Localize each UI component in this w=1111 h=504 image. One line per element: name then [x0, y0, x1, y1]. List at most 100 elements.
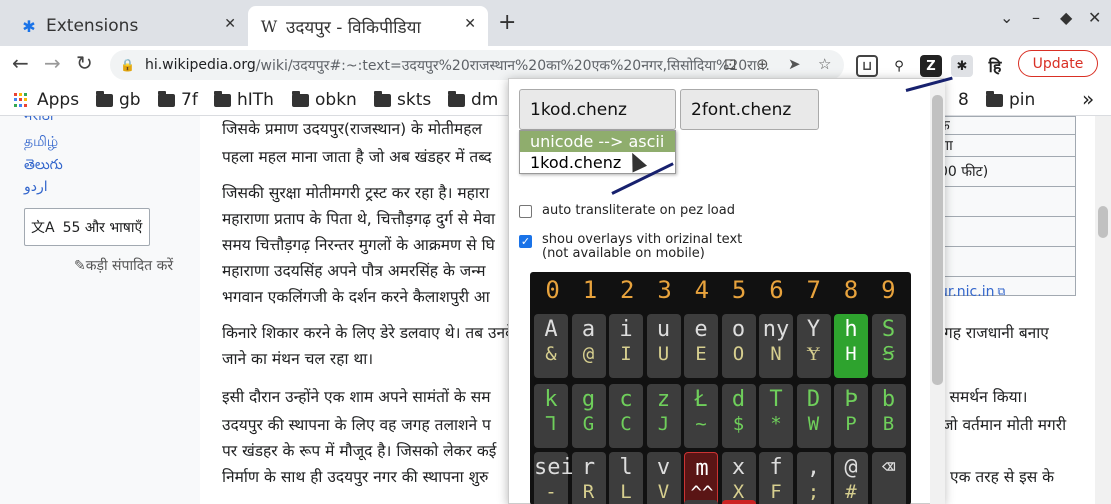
- key-1-9[interactable]: bB: [871, 384, 906, 448]
- key-3-8[interactable]: [834, 500, 868, 504]
- key-2-9[interactable]: ⌫: [871, 452, 906, 504]
- key-2-5[interactable]: xX: [721, 452, 756, 504]
- key-1-4[interactable]: Ł ~: [684, 384, 718, 448]
- bookmark-folder[interactable]: obkn: [292, 90, 357, 110]
- page-scrollbar[interactable]: [1095, 116, 1111, 504]
- key-2-4[interactable]: m ^^: [684, 452, 718, 504]
- bookmark-apps[interactable]: Apps: [14, 90, 79, 110]
- website-link[interactable]: ur.nic.in ⧉: [929, 277, 1075, 307]
- key-3-7[interactable]: [796, 500, 831, 504]
- key-2-7[interactable]: ,;: [796, 452, 831, 504]
- key-0-0[interactable]: A &: [534, 314, 568, 378]
- key-0-2[interactable]: iI: [609, 314, 643, 378]
- key-0-1[interactable]: a @: [571, 314, 606, 378]
- key-0-9[interactable]: SꞨ: [871, 314, 906, 378]
- update-button[interactable]: Update: [1018, 50, 1098, 77]
- bookmark-folder[interactable]: skts: [374, 90, 431, 110]
- key-3-1[interactable]: [571, 500, 606, 504]
- key-1-1[interactable]: gG: [571, 384, 606, 448]
- font-change-button[interactable]: 2font.chenz: [680, 89, 819, 130]
- close-tab-icon[interactable]: ✕: [224, 16, 236, 32]
- key-3-5[interactable]: [721, 500, 756, 504]
- number-key[interactable]: 9: [870, 276, 907, 308]
- key-1-2[interactable]: cC: [609, 384, 643, 448]
- key-3-2[interactable]: [609, 500, 643, 504]
- key-0-6[interactable]: ny N: [759, 314, 793, 378]
- conversion-dropdown[interactable]: unicode --> ascii 1kod.chenz: [519, 130, 676, 174]
- auto-transliterate-option[interactable]: auto transliterate on pez load: [519, 203, 735, 218]
- number-key[interactable]: 5: [720, 276, 757, 308]
- key-1-8[interactable]: ÞP: [834, 384, 868, 448]
- popup-scrollbar-thumb[interactable]: [932, 95, 943, 385]
- overlay-option[interactable]: ✓ shou overlays vith orizinal text (not …: [519, 233, 742, 261]
- key-1-6[interactable]: T *: [759, 384, 793, 448]
- key-2-8[interactable]: @ #: [834, 452, 868, 504]
- bookmark-folder[interactable]: dm: [448, 90, 498, 110]
- lang-link[interactable]: తెలుగు: [24, 157, 63, 176]
- key-0-4[interactable]: eE: [684, 314, 718, 378]
- key-0-3[interactable]: uU: [646, 314, 681, 378]
- puzzle-ext-icon[interactable]: ✱: [951, 55, 973, 77]
- more-languages-button[interactable]: 文A 55 और भाषाएँ: [24, 208, 150, 246]
- tab-search-icon[interactable]: ⌄: [1000, 8, 1013, 27]
- key-1-5[interactable]: d $: [721, 384, 756, 448]
- key-3-9[interactable]: [871, 500, 906, 504]
- key-3-4[interactable]: [684, 500, 718, 504]
- popup-scrollbar[interactable]: [930, 79, 945, 504]
- dropdown-option-selected[interactable]: unicode --> ascii: [520, 131, 675, 152]
- lang-link[interactable]: اردو: [24, 179, 48, 195]
- forward-icon[interactable]: →: [44, 51, 61, 75]
- bookmark-star-icon[interactable]: ☆: [818, 55, 831, 73]
- bookmarks-more-button[interactable]: »: [1082, 87, 1094, 111]
- number-key[interactable]: 0: [534, 276, 571, 308]
- number-key[interactable]: 3: [646, 276, 683, 308]
- edit-links[interactable]: ✎कड़ी संपादित करें: [74, 256, 173, 275]
- back-icon[interactable]: ←: [12, 51, 29, 75]
- bookmark-folder[interactable]: pin: [986, 90, 1035, 110]
- dropdown-option[interactable]: 1kod.chenz: [520, 152, 675, 173]
- key-3-3[interactable]: [646, 500, 681, 504]
- hindi-ext-icon[interactable]: हि: [984, 55, 1006, 77]
- key-1-0[interactable]: kꞀ: [534, 384, 568, 448]
- number-key[interactable]: 7: [795, 276, 832, 308]
- close-window-icon[interactable]: ✕: [1088, 8, 1101, 27]
- key-ext-icon[interactable]: ⚲: [888, 55, 910, 77]
- key-1-3[interactable]: zJ: [646, 384, 681, 448]
- bookmark-folder[interactable]: gb: [96, 90, 141, 110]
- page-scrollbar-thumb[interactable]: [1098, 206, 1108, 238]
- key-2-3[interactable]: vV: [646, 452, 681, 504]
- number-key[interactable]: 8: [832, 276, 869, 308]
- close-tab-icon[interactable]: ✕: [464, 16, 476, 32]
- lang-link[interactable]: मराठी: [24, 116, 53, 125]
- translate-icon[interactable]: ⊡: [724, 55, 737, 73]
- reload-icon[interactable]: ↻: [76, 51, 93, 75]
- key-3-0[interactable]: [534, 500, 568, 504]
- number-key[interactable]: 2: [609, 276, 646, 308]
- key-2-0[interactable]: sei -: [534, 452, 574, 504]
- key-0-5[interactable]: oO: [721, 314, 756, 378]
- key-2-2[interactable]: lL: [609, 452, 643, 504]
- key-0-7[interactable]: YɎ: [796, 314, 831, 378]
- shield-ext-icon[interactable]: ⊔: [856, 55, 878, 77]
- key-0-8[interactable]: hH: [834, 314, 868, 378]
- key-2-6[interactable]: fF: [759, 452, 793, 504]
- tab-extensions[interactable]: ✱ Extensions ✕: [8, 6, 248, 46]
- number-key[interactable]: 6: [758, 276, 795, 308]
- bookmark-folder[interactable]: 7f: [158, 90, 198, 110]
- maximize-icon[interactable]: ◆: [1060, 8, 1072, 27]
- bookmark-folder[interactable]: 8: [958, 90, 969, 110]
- z-ext-icon[interactable]: Z: [920, 55, 942, 77]
- auto-transliterate-checkbox[interactable]: [519, 205, 532, 218]
- kod-change-button[interactable]: 1kod.chenz: [519, 89, 676, 130]
- send-icon[interactable]: ➤: [788, 55, 801, 73]
- tab-wikipedia[interactable]: W उदयपुर - विकिपीडिया ✕: [248, 6, 488, 46]
- key-1-7[interactable]: DW: [796, 384, 831, 448]
- lang-link[interactable]: தமிழ்: [24, 134, 58, 152]
- number-key[interactable]: 4: [683, 276, 720, 308]
- bookmark-folder[interactable]: hITh: [214, 90, 274, 110]
- minimize-icon[interactable]: –: [1032, 8, 1040, 27]
- key-2-1[interactable]: rR: [571, 452, 606, 504]
- zoom-icon[interactable]: ⊕: [756, 55, 769, 73]
- number-key[interactable]: 1: [571, 276, 608, 308]
- new-tab-button[interactable]: +: [498, 10, 516, 35]
